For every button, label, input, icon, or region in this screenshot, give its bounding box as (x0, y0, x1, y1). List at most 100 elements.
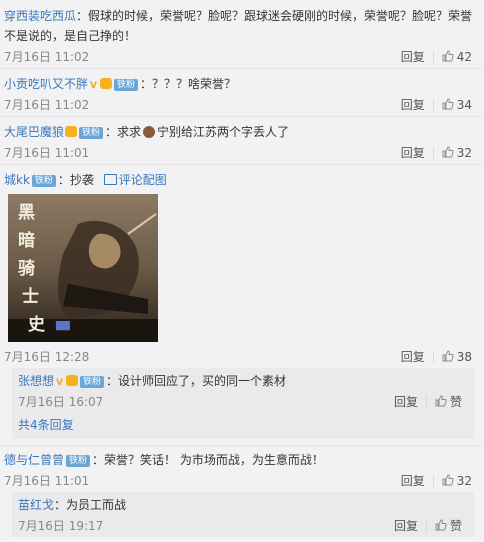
comment-item: 城kk 铁粉 ：抄袭 评论配图 黑 暗 骑 士 史 ▇▇ 7月16日 12:28… (0, 165, 484, 446)
fan-badge: 铁粉 (114, 79, 139, 91)
comment-item: 穿西装吃西瓜：假球的时候，荣誉呢？脸呢？跟球迷会硬刚的时候，荣誉呢？脸呢？荣誉不… (0, 0, 484, 69)
comment-image[interactable]: 黑 暗 骑 士 史 ▇▇ (8, 194, 158, 342)
comment-body: ：荣誉？笑话！ 为市场而战，为生意而战！ (92, 453, 324, 467)
sub-reply-actions: 回复 赞 (394, 391, 462, 413)
sub-reply-time: 7月16日 16:07 (18, 395, 104, 409)
thumb-up-icon (435, 395, 447, 407)
divider (425, 520, 427, 532)
reply-button[interactable]: 回复 (394, 519, 418, 533)
comment-image-label: 评论配图 (118, 173, 167, 187)
reply-button[interactable]: 回复 (394, 395, 418, 409)
comment-meta: 7月16日 11:01 回复 32 (4, 470, 484, 492)
comment-item: 德与仁曾曾 铁粉 ：荣誉？笑话！ 为市场而战，为生意而战！ 7月16日 11:01 … (0, 446, 484, 537)
like-button[interactable]: 42 (442, 50, 472, 64)
like-count: 34 (456, 98, 472, 112)
comment-text: 穿西装吃西瓜：假球的时候，荣誉呢？脸呢？跟球迷会硬刚的时候，荣誉呢？脸呢？荣誉不… (4, 6, 484, 46)
fan-badge: 铁粉 (79, 127, 104, 139)
comment-actions: 回复 32 (401, 142, 472, 164)
divider (425, 396, 427, 408)
fan-badge: 铁粉 (66, 455, 91, 467)
crown-icon (65, 126, 78, 137)
like-label: 赞 (449, 395, 462, 409)
comment-actions: 回复 34 (401, 94, 472, 116)
svg-text:暗: 暗 (18, 230, 35, 251)
sub-reply-username[interactable]: 苗红戈 (18, 498, 54, 512)
comment-text: 城kk 铁粉 ：抄袭 评论配图 (4, 170, 484, 190)
like-button[interactable]: 38 (442, 350, 472, 364)
thumb-up-icon (442, 350, 454, 362)
comment-time: 7月16日 12:28 (4, 350, 90, 364)
fan-badge: 铁粉 (31, 175, 56, 187)
like-button[interactable]: 赞 (435, 395, 462, 409)
comment-body-continued: 宁别给江苏两个字丢人了 (157, 125, 290, 139)
comment-meta: 7月16日 11:02 回复 34 (4, 94, 484, 116)
comment-body: ：抄袭 (57, 173, 94, 187)
comment-time: 7月16日 11:02 (4, 98, 90, 112)
svg-text:史: 史 (28, 314, 46, 335)
sub-reply-meta: 7月16日 16:07 回复 赞 (18, 391, 474, 413)
svg-text:▇▇: ▇▇ (55, 320, 71, 331)
reply-button[interactable]: 回复 (401, 350, 425, 364)
vip-v-icon: V (56, 378, 63, 388)
face-emoji-icon (143, 126, 156, 138)
svg-text:黑: 黑 (18, 203, 35, 223)
thumb-up-icon (442, 50, 454, 62)
comment-body: ：求求 (105, 125, 142, 139)
comment-body: ：？？？啥荣誉？ (140, 77, 237, 91)
like-count: 32 (456, 146, 472, 160)
vip-v-icon: V (90, 81, 97, 91)
comment-meta: 7月16日 11:01 回复 32 (4, 142, 484, 164)
fan-badge: 铁粉 (80, 376, 105, 388)
sub-reply-body: ：为员工而战 (54, 498, 127, 512)
sub-reply-username[interactable]: 张想想 (18, 374, 54, 388)
comment-actions: 回复 32 (401, 470, 472, 492)
comment-time: 7月16日 11:02 (4, 50, 90, 64)
like-label: 赞 (449, 519, 462, 533)
thumb-up-icon (435, 519, 447, 531)
sub-reply-text: 苗红戈：为员工而战 (18, 495, 474, 515)
divider (432, 147, 434, 159)
reply-button[interactable]: 回复 (401, 98, 425, 112)
reply-button[interactable]: 回复 (401, 474, 425, 488)
comment-time: 7月16日 11:01 (4, 146, 90, 160)
like-count: 42 (456, 50, 472, 64)
comment-meta: 7月16日 12:28 回复 38 (4, 346, 484, 368)
like-count: 38 (456, 350, 472, 364)
comment-meta: 7月16日 11:02 回复 42 (4, 46, 484, 68)
comment-text: 德与仁曾曾 铁粉 ：荣誉？笑话！ 为市场而战，为生意而战！ (4, 450, 484, 470)
reply-button[interactable]: 回复 (401, 146, 425, 160)
comment-username[interactable]: 德与仁曾曾 (4, 453, 64, 467)
more-replies-link[interactable]: 共4条回复 (18, 413, 474, 439)
crown-icon (100, 78, 113, 89)
comment-username[interactable]: 穿西装吃西瓜 (4, 9, 76, 23)
sub-reply-time: 7月16日 19:17 (18, 519, 104, 533)
comment-username[interactable]: 大尾巴魔狼 (4, 125, 64, 139)
image-icon (103, 174, 117, 185)
comment-image-link[interactable]: 评论配图 (103, 173, 167, 187)
like-button[interactable]: 32 (442, 146, 472, 160)
divider (432, 99, 434, 111)
svg-text:士: 士 (22, 286, 39, 307)
sub-reply-meta: 7月16日 19:17 回复 赞 (18, 515, 474, 537)
divider (432, 51, 434, 63)
comment-text: 小贡吃叭又不胖 V 铁粉 ：？？？啥荣誉？ (4, 74, 484, 94)
like-button[interactable]: 赞 (435, 519, 462, 533)
sub-reply-actions: 回复 赞 (394, 515, 462, 537)
thumb-up-icon (442, 474, 454, 486)
comment-text: 大尾巴魔狼 铁粉 ：求求 宁别给江苏两个字丢人了 (4, 122, 484, 142)
thumb-up-icon (442, 98, 454, 110)
comment-time: 7月16日 11:01 (4, 474, 90, 488)
like-button[interactable]: 32 (442, 474, 472, 488)
like-count: 32 (456, 474, 472, 488)
sub-reply-body: ：设计师回应了，买的同一个素材 (106, 374, 287, 388)
comment-actions: 回复 38 (401, 346, 472, 368)
reply-button[interactable]: 回复 (401, 50, 425, 64)
sub-reply-box: 苗红戈：为员工而战 7月16日 19:17 回复 赞 (12, 492, 474, 537)
comment-list: 穿西装吃西瓜：假球的时候，荣誉呢？脸呢？跟球迷会硬刚的时候，荣誉呢？脸呢？荣誉不… (0, 0, 484, 542)
comment-username[interactable]: 城kk (4, 173, 30, 187)
sub-reply-box: 张想想 V 铁粉 ：设计师回应了，买的同一个素材 7月16日 16:07 回复 赞 共4… (12, 368, 474, 439)
comment-username[interactable]: 小贡吃叭又不胖 (4, 77, 88, 91)
thumb-up-icon (442, 146, 454, 158)
like-button[interactable]: 34 (442, 98, 472, 112)
comment-actions: 回复 42 (401, 46, 472, 68)
